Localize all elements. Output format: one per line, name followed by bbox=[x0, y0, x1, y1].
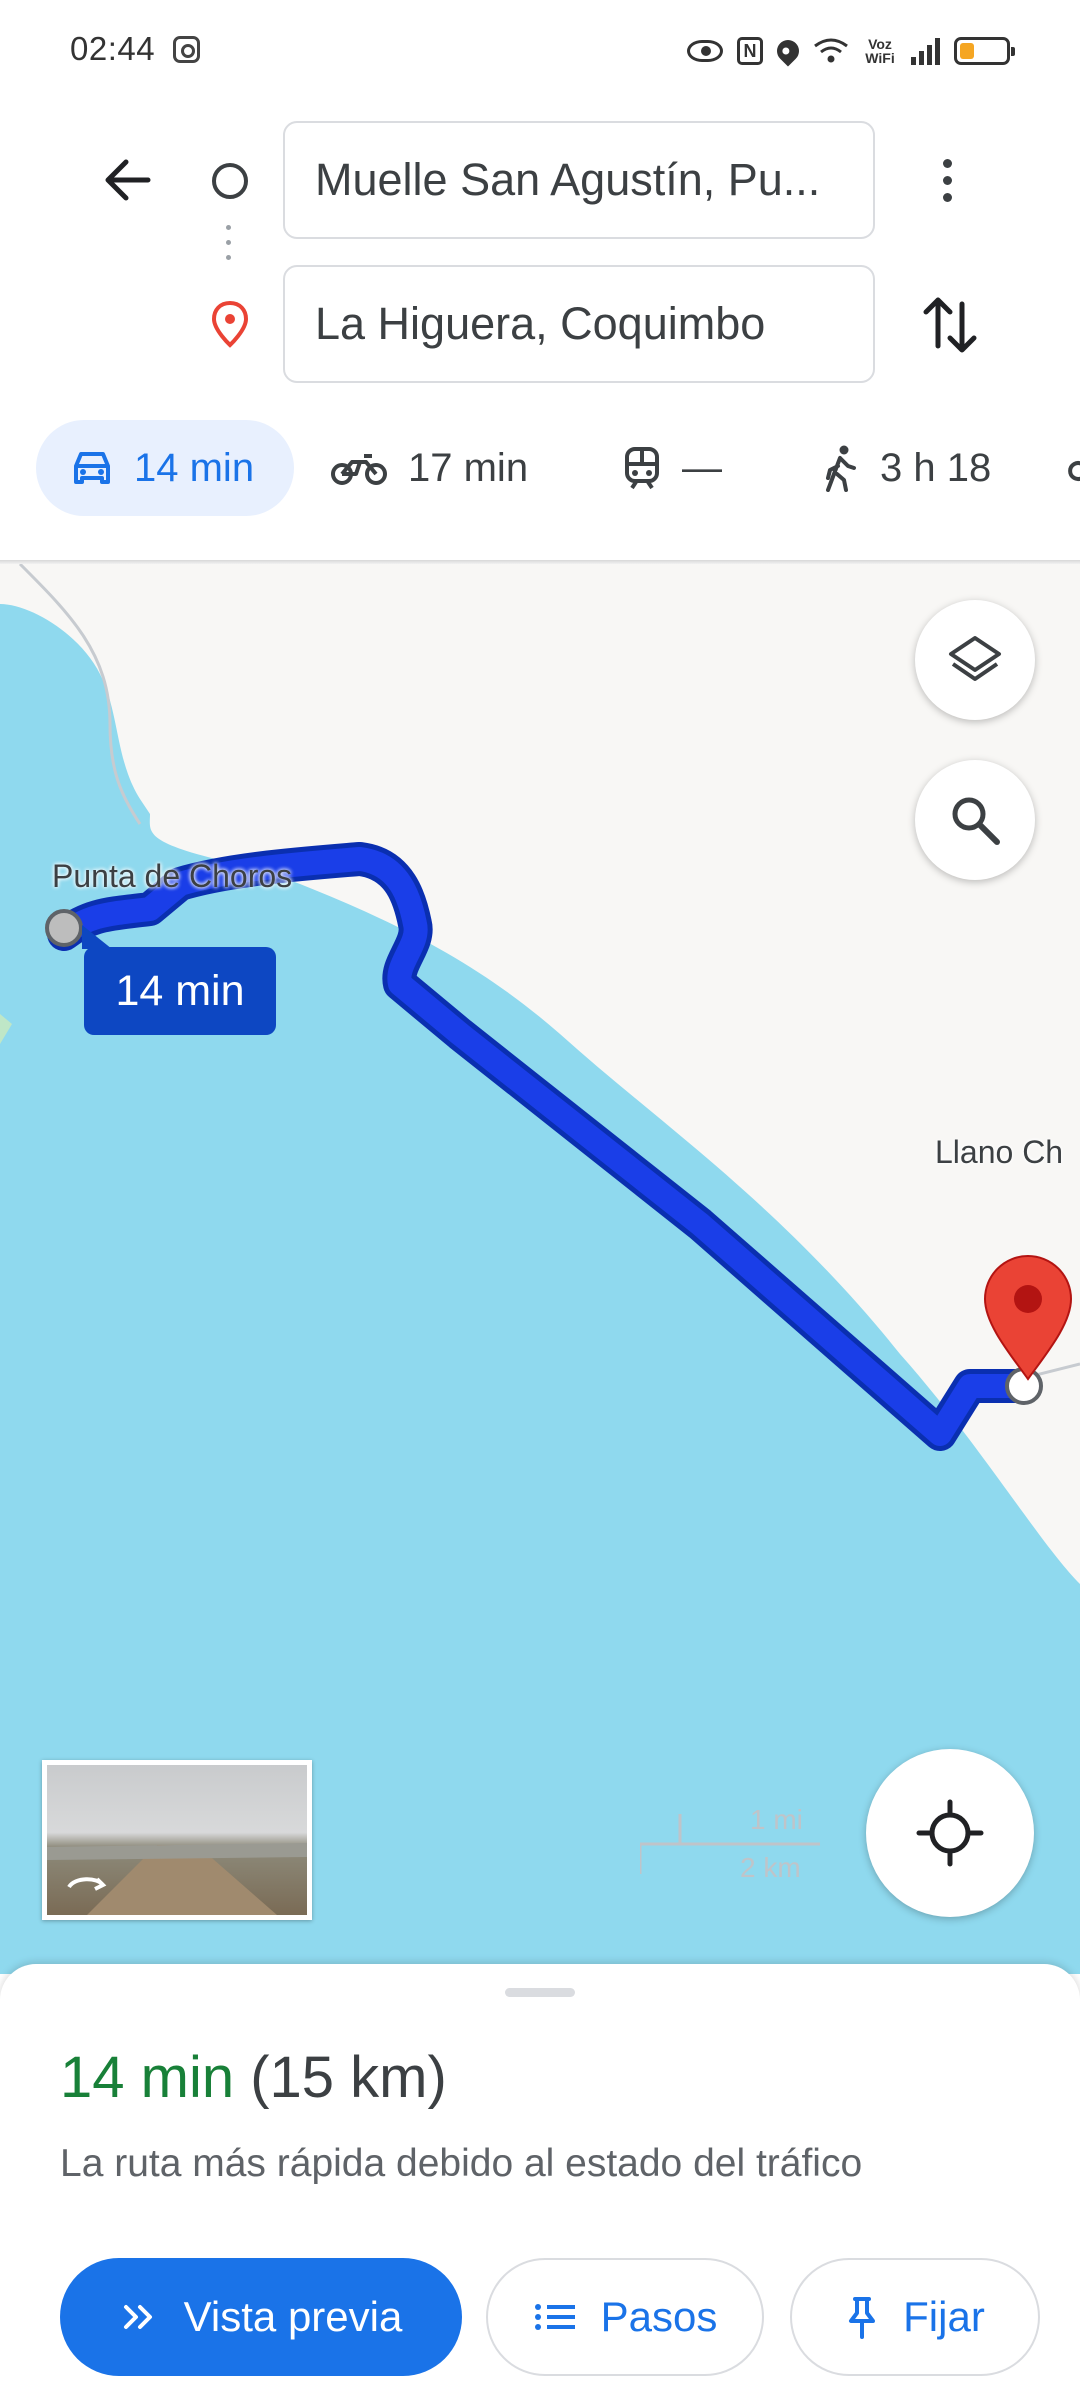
destination-text: La Higuera, Coquimbo bbox=[315, 298, 766, 349]
location-icon bbox=[772, 35, 804, 67]
walk-time: 3 h 18 bbox=[880, 445, 992, 490]
map-scale: 1 mi 2 km bbox=[638, 1804, 820, 1884]
my-location-button[interactable] bbox=[866, 1749, 1034, 1917]
tab-motorcycle[interactable]: 17 min bbox=[330, 420, 528, 516]
destination-pin-icon bbox=[210, 300, 250, 348]
train-icon bbox=[625, 447, 659, 490]
list-icon bbox=[534, 2304, 575, 2330]
search-along-route-button[interactable] bbox=[915, 760, 1035, 880]
car-time: 14 min bbox=[134, 445, 255, 490]
layers-icon bbox=[949, 636, 1001, 681]
status-time: 02:44 bbox=[70, 30, 156, 67]
street-view-image bbox=[47, 1843, 307, 1915]
tab-walk[interactable]: 3 h 18 bbox=[822, 420, 991, 516]
eye-icon bbox=[687, 40, 723, 62]
instagram-icon bbox=[173, 36, 200, 63]
drag-handle[interactable] bbox=[505, 1988, 575, 1997]
tab-more-partial[interactable] bbox=[1068, 420, 1080, 516]
swap-icon bbox=[923, 297, 977, 353]
signal-icon bbox=[911, 37, 940, 65]
preview-label: Vista previa bbox=[183, 2293, 403, 2340]
route-distance: (15 km) bbox=[250, 2045, 447, 2110]
origin-text: Muelle San Agustín, Pu... bbox=[315, 154, 821, 205]
steps-button[interactable]: Pasos bbox=[486, 2258, 764, 2376]
route-reason: La ruta más rápida debido al estado del … bbox=[60, 2142, 863, 2185]
street-view-thumbnail[interactable] bbox=[42, 1760, 312, 1920]
status-icons: N Voz WiFi bbox=[687, 30, 1015, 72]
arrow-left-icon bbox=[105, 159, 151, 201]
travel-mode-tabs: 14 min 17 min — 3 h 18 bbox=[0, 410, 1080, 560]
place-label-llano[interactable]: Llano Ch bbox=[935, 1134, 1063, 1171]
route-summary: 14 min (15 km) bbox=[60, 2044, 447, 2111]
my-location-icon bbox=[916, 1799, 984, 1867]
red-pin-dot bbox=[1014, 1285, 1042, 1313]
route-dots-icon bbox=[226, 225, 232, 275]
car-icon bbox=[74, 452, 110, 484]
place-label-punta[interactable]: Punta de Choros bbox=[52, 854, 292, 899]
route-bottom-sheet[interactable]: 14 min (15 km) La ruta más rápida debido… bbox=[0, 1964, 1080, 2400]
origin-circle-icon bbox=[212, 163, 248, 199]
motorcycle-icon bbox=[331, 454, 387, 485]
pin-label: Fijar bbox=[903, 2293, 985, 2340]
transit-time: — bbox=[682, 445, 722, 490]
scale-metric: 2 km bbox=[740, 1852, 801, 1883]
double-chevron-icon bbox=[123, 2305, 152, 2329]
steps-label: Pasos bbox=[600, 2293, 718, 2340]
status-bar: 02:44 N Voz WiFi bbox=[0, 0, 1080, 100]
partial-mode-icon bbox=[1068, 461, 1080, 481]
wifi-icon bbox=[813, 36, 849, 66]
scale-imperial: 1 mi bbox=[750, 1804, 803, 1835]
motorcycle-time: 17 min bbox=[408, 445, 529, 490]
more-options-button[interactable] bbox=[930, 152, 964, 208]
rotate-360-icon bbox=[67, 1877, 107, 1891]
layers-button[interactable] bbox=[915, 600, 1035, 720]
map-view[interactable]: Punta de Choros Llano Ch 14 min 1 mi 2 k… bbox=[0, 564, 1080, 1974]
back-button[interactable] bbox=[96, 150, 168, 210]
voz-wifi-label: Voz WiFi bbox=[865, 36, 895, 66]
tab-transit[interactable]: — bbox=[622, 420, 722, 516]
preview-button[interactable]: Vista previa bbox=[60, 2258, 462, 2376]
tab-car[interactable]: 14 min bbox=[36, 420, 294, 516]
swap-button[interactable] bbox=[918, 290, 982, 360]
pin-button[interactable]: Fijar bbox=[790, 2258, 1040, 2376]
route-duration: 14 min bbox=[60, 2045, 235, 2110]
route-eta-chip[interactable]: 14 min bbox=[82, 925, 276, 1035]
red-pin-icon bbox=[983, 1255, 1073, 1381]
battery-icon bbox=[954, 37, 1015, 65]
search-icon bbox=[952, 797, 1000, 845]
pushpin-icon bbox=[849, 2297, 876, 2339]
battery-fill bbox=[960, 43, 974, 59]
nfc-icon: N bbox=[737, 37, 763, 65]
origin-input[interactable]: Muelle San Agustín, Pu... bbox=[283, 121, 875, 239]
destination-input[interactable]: La Higuera, Coquimbo bbox=[283, 265, 875, 383]
walk-icon bbox=[826, 445, 856, 492]
origin-marker bbox=[45, 909, 83, 947]
